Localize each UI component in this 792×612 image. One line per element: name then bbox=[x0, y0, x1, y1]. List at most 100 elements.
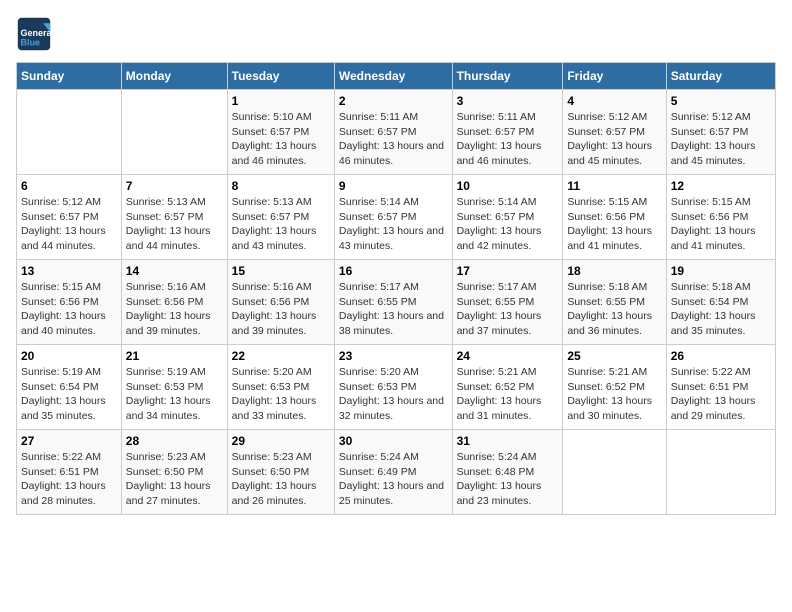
calendar-cell: 24Sunrise: 5:21 AM Sunset: 6:52 PM Dayli… bbox=[452, 345, 563, 430]
calendar-table: SundayMondayTuesdayWednesdayThursdayFrid… bbox=[16, 62, 776, 515]
day-info: Sunrise: 5:21 AM Sunset: 6:52 PM Dayligh… bbox=[457, 365, 559, 424]
calendar-cell: 30Sunrise: 5:24 AM Sunset: 6:49 PM Dayli… bbox=[334, 430, 452, 515]
day-number: 29 bbox=[232, 434, 330, 448]
day-number: 8 bbox=[232, 179, 330, 193]
day-info: Sunrise: 5:15 AM Sunset: 6:56 PM Dayligh… bbox=[567, 195, 661, 254]
calendar-cell: 7 Sunrise: 5:13 AM Sunset: 6:57 PM Daylig… bbox=[121, 175, 227, 260]
day-number: 11 bbox=[567, 179, 661, 193]
calendar-body: 1 Sunrise: 5:10 AM Sunset: 6:57 PM Daylig… bbox=[17, 90, 776, 515]
calendar-cell bbox=[121, 90, 227, 175]
day-number: 27 bbox=[21, 434, 117, 448]
weekday-header-wednesday: Wednesday bbox=[334, 63, 452, 90]
day-info: Sunrise: 5:19 AM Sunset: 6:54 PM Dayligh… bbox=[21, 365, 117, 424]
weekday-header-tuesday: Tuesday bbox=[227, 63, 334, 90]
calendar-cell: 10 Sunrise: 5:14 AM Sunset: 6:57 PM Dayli… bbox=[452, 175, 563, 260]
day-info: Sunrise: 5:15 AM Sunset: 6:56 PM Dayligh… bbox=[671, 195, 771, 254]
day-info: Sunrise: 5:13 AM Sunset: 6:57 PM Dayligh… bbox=[126, 195, 223, 254]
day-info: Sunrise: 5:11 AM Sunset: 6:57 PM Dayligh… bbox=[339, 110, 448, 169]
calendar-week-2: 6Sunrise: 5:12 AM Sunset: 6:57 PM Daylig… bbox=[17, 175, 776, 260]
calendar-cell: 2 Sunrise: 5:11 AM Sunset: 6:57 PM Daylig… bbox=[334, 90, 452, 175]
day-number: 16 bbox=[339, 264, 448, 278]
day-number: 3 bbox=[457, 94, 559, 108]
calendar-cell: 28Sunrise: 5:23 AM Sunset: 6:50 PM Dayli… bbox=[121, 430, 227, 515]
day-number: 1 bbox=[232, 94, 330, 108]
day-info: Sunrise: 5:16 AM Sunset: 6:56 PM Dayligh… bbox=[126, 280, 223, 339]
logo-icon: General Blue bbox=[16, 16, 52, 52]
day-info: Sunrise: 5:13 AM Sunset: 6:57 PM Dayligh… bbox=[232, 195, 330, 254]
day-number: 17 bbox=[457, 264, 559, 278]
day-number: 30 bbox=[339, 434, 448, 448]
calendar-cell: 18Sunrise: 5:18 AM Sunset: 6:55 PM Dayli… bbox=[563, 260, 666, 345]
day-number: 28 bbox=[126, 434, 223, 448]
weekday-header-monday: Monday bbox=[121, 63, 227, 90]
calendar-cell: 26Sunrise: 5:22 AM Sunset: 6:51 PM Dayli… bbox=[666, 345, 775, 430]
day-number: 19 bbox=[671, 264, 771, 278]
calendar-cell bbox=[666, 430, 775, 515]
calendar-cell: 12 Sunrise: 5:15 AM Sunset: 6:56 PM Dayli… bbox=[666, 175, 775, 260]
day-info: Sunrise: 5:20 AM Sunset: 6:53 PM Dayligh… bbox=[339, 365, 448, 424]
day-info: Sunrise: 5:14 AM Sunset: 6:57 PM Dayligh… bbox=[457, 195, 559, 254]
day-number: 5 bbox=[671, 94, 771, 108]
day-info: Sunrise: 5:19 AM Sunset: 6:53 PM Dayligh… bbox=[126, 365, 223, 424]
day-info: Sunrise: 5:23 AM Sunset: 6:50 PM Dayligh… bbox=[232, 450, 330, 509]
day-info: Sunrise: 5:21 AM Sunset: 6:52 PM Dayligh… bbox=[567, 365, 661, 424]
day-info: Sunrise: 5:18 AM Sunset: 6:54 PM Dayligh… bbox=[671, 280, 771, 339]
calendar-cell: 31 Sunrise: 5:24 AM Sunset: 6:48 PM Dayli… bbox=[452, 430, 563, 515]
day-number: 12 bbox=[671, 179, 771, 193]
day-info: Sunrise: 5:17 AM Sunset: 6:55 PM Dayligh… bbox=[339, 280, 448, 339]
calendar-cell: 19 Sunrise: 5:18 AM Sunset: 6:54 PM Dayli… bbox=[666, 260, 775, 345]
svg-text:General: General bbox=[21, 28, 53, 38]
day-number: 31 bbox=[457, 434, 559, 448]
calendar-cell: 15 Sunrise: 5:16 AM Sunset: 6:56 PM Dayli… bbox=[227, 260, 334, 345]
day-info: Sunrise: 5:15 AM Sunset: 6:56 PM Dayligh… bbox=[21, 280, 117, 339]
day-info: Sunrise: 5:10 AM Sunset: 6:57 PM Dayligh… bbox=[232, 110, 330, 169]
calendar-cell bbox=[563, 430, 666, 515]
day-number: 21 bbox=[126, 349, 223, 363]
day-number: 22 bbox=[232, 349, 330, 363]
calendar-week-4: 20Sunrise: 5:19 AM Sunset: 6:54 PM Dayli… bbox=[17, 345, 776, 430]
svg-text:Blue: Blue bbox=[21, 38, 41, 48]
calendar-cell: 9Sunrise: 5:14 AM Sunset: 6:57 PM Daylig… bbox=[334, 175, 452, 260]
day-number: 10 bbox=[457, 179, 559, 193]
calendar-cell: 3Sunrise: 5:11 AM Sunset: 6:57 PM Daylig… bbox=[452, 90, 563, 175]
calendar-cell: 22 Sunrise: 5:20 AM Sunset: 6:53 PM Dayli… bbox=[227, 345, 334, 430]
weekday-header-sunday: Sunday bbox=[17, 63, 122, 90]
day-number: 23 bbox=[339, 349, 448, 363]
calendar-cell: 23 Sunrise: 5:20 AM Sunset: 6:53 PM Dayli… bbox=[334, 345, 452, 430]
calendar-cell: 8 Sunrise: 5:13 AM Sunset: 6:57 PM Daylig… bbox=[227, 175, 334, 260]
calendar-week-1: 1 Sunrise: 5:10 AM Sunset: 6:57 PM Daylig… bbox=[17, 90, 776, 175]
day-number: 25 bbox=[567, 349, 661, 363]
calendar-cell: 14 Sunrise: 5:16 AM Sunset: 6:56 PM Dayli… bbox=[121, 260, 227, 345]
calendar-cell: 1 Sunrise: 5:10 AM Sunset: 6:57 PM Daylig… bbox=[227, 90, 334, 175]
day-number: 15 bbox=[232, 264, 330, 278]
calendar-cell: 4 Sunrise: 5:12 AM Sunset: 6:57 PM Daylig… bbox=[563, 90, 666, 175]
day-info: Sunrise: 5:22 AM Sunset: 6:51 PM Dayligh… bbox=[671, 365, 771, 424]
calendar-week-3: 13 Sunrise: 5:15 AM Sunset: 6:56 PM Dayli… bbox=[17, 260, 776, 345]
page-header: General Blue bbox=[16, 16, 776, 52]
calendar-cell: 13 Sunrise: 5:15 AM Sunset: 6:56 PM Dayli… bbox=[17, 260, 122, 345]
day-number: 6 bbox=[21, 179, 117, 193]
day-info: Sunrise: 5:17 AM Sunset: 6:55 PM Dayligh… bbox=[457, 280, 559, 339]
day-number: 4 bbox=[567, 94, 661, 108]
day-number: 14 bbox=[126, 264, 223, 278]
day-info: Sunrise: 5:20 AM Sunset: 6:53 PM Dayligh… bbox=[232, 365, 330, 424]
calendar-cell: 25 Sunrise: 5:21 AM Sunset: 6:52 PM Dayli… bbox=[563, 345, 666, 430]
weekday-header-thursday: Thursday bbox=[452, 63, 563, 90]
day-number: 9 bbox=[339, 179, 448, 193]
calendar-cell: 21 Sunrise: 5:19 AM Sunset: 6:53 PM Dayli… bbox=[121, 345, 227, 430]
calendar-cell: 29 Sunrise: 5:23 AM Sunset: 6:50 PM Dayli… bbox=[227, 430, 334, 515]
calendar-cell bbox=[17, 90, 122, 175]
day-info: Sunrise: 5:22 AM Sunset: 6:51 PM Dayligh… bbox=[21, 450, 117, 509]
day-number: 7 bbox=[126, 179, 223, 193]
weekday-header-row: SundayMondayTuesdayWednesdayThursdayFrid… bbox=[17, 63, 776, 90]
day-info: Sunrise: 5:12 AM Sunset: 6:57 PM Dayligh… bbox=[567, 110, 661, 169]
calendar-cell: 6Sunrise: 5:12 AM Sunset: 6:57 PM Daylig… bbox=[17, 175, 122, 260]
day-number: 13 bbox=[21, 264, 117, 278]
day-info: Sunrise: 5:18 AM Sunset: 6:55 PM Dayligh… bbox=[567, 280, 661, 339]
calendar-cell: 11 Sunrise: 5:15 AM Sunset: 6:56 PM Dayli… bbox=[563, 175, 666, 260]
day-number: 2 bbox=[339, 94, 448, 108]
weekday-header-friday: Friday bbox=[563, 63, 666, 90]
day-info: Sunrise: 5:24 AM Sunset: 6:48 PM Dayligh… bbox=[457, 450, 559, 509]
day-info: Sunrise: 5:16 AM Sunset: 6:56 PM Dayligh… bbox=[232, 280, 330, 339]
calendar-cell: 27 Sunrise: 5:22 AM Sunset: 6:51 PM Dayli… bbox=[17, 430, 122, 515]
